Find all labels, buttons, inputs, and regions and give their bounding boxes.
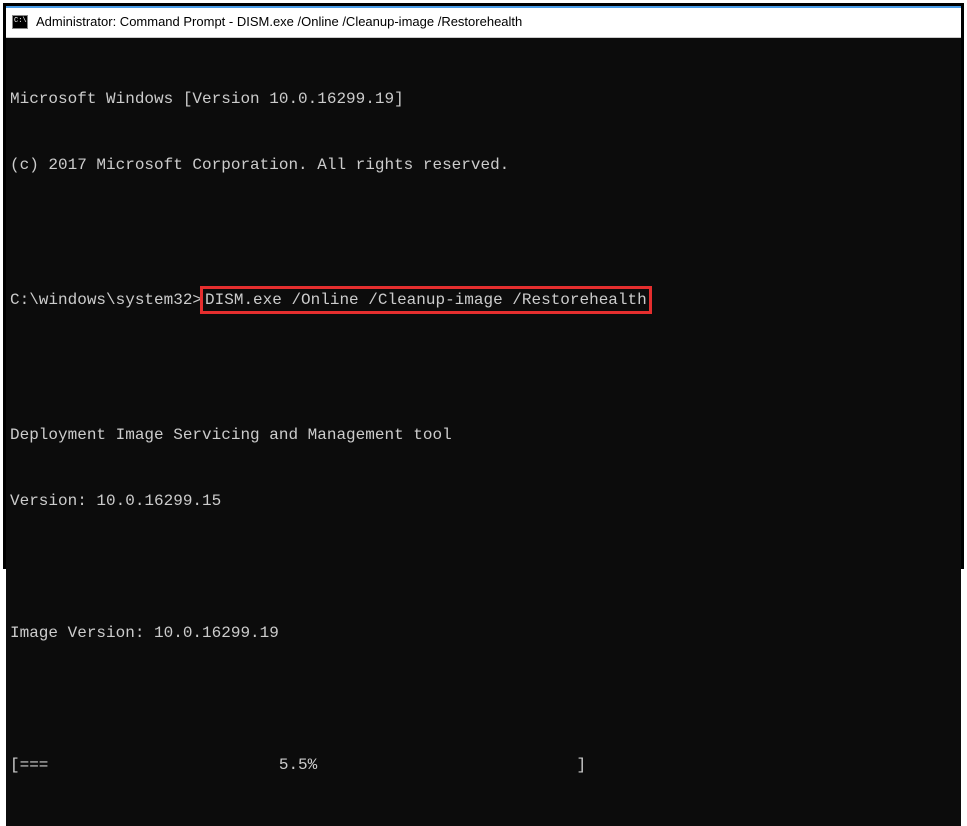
blank-line — [10, 688, 957, 710]
blank-line — [10, 358, 957, 380]
progress-bar-line: [=== 5.5% ] — [10, 754, 957, 776]
cmd-icon — [12, 15, 28, 29]
window-title: Administrator: Command Prompt - DISM.exe… — [36, 14, 522, 29]
titlebar[interactable]: Administrator: Command Prompt - DISM.exe… — [6, 6, 961, 38]
version-line: Microsoft Windows [Version 10.0.16299.19… — [10, 88, 957, 110]
tool-name-line: Deployment Image Servicing and Managemen… — [10, 424, 957, 446]
prompt-path: C:\windows\system32> — [10, 289, 202, 311]
terminal-output[interactable]: Microsoft Windows [Version 10.0.16299.19… — [6, 38, 961, 826]
command-prompt-window: Administrator: Command Prompt - DISM.exe… — [3, 3, 964, 569]
blank-line — [10, 220, 957, 242]
tool-version-line: Version: 10.0.16299.15 — [10, 490, 957, 512]
prompt-line: C:\windows\system32>DISM.exe /Online /Cl… — [10, 286, 957, 314]
window-top-border — [6, 6, 961, 8]
copyright-line: (c) 2017 Microsoft Corporation. All righ… — [10, 154, 957, 176]
blank-line — [10, 556, 957, 578]
highlighted-command: DISM.exe /Online /Cleanup-image /Restore… — [200, 286, 652, 314]
image-version-line: Image Version: 10.0.16299.19 — [10, 622, 957, 644]
